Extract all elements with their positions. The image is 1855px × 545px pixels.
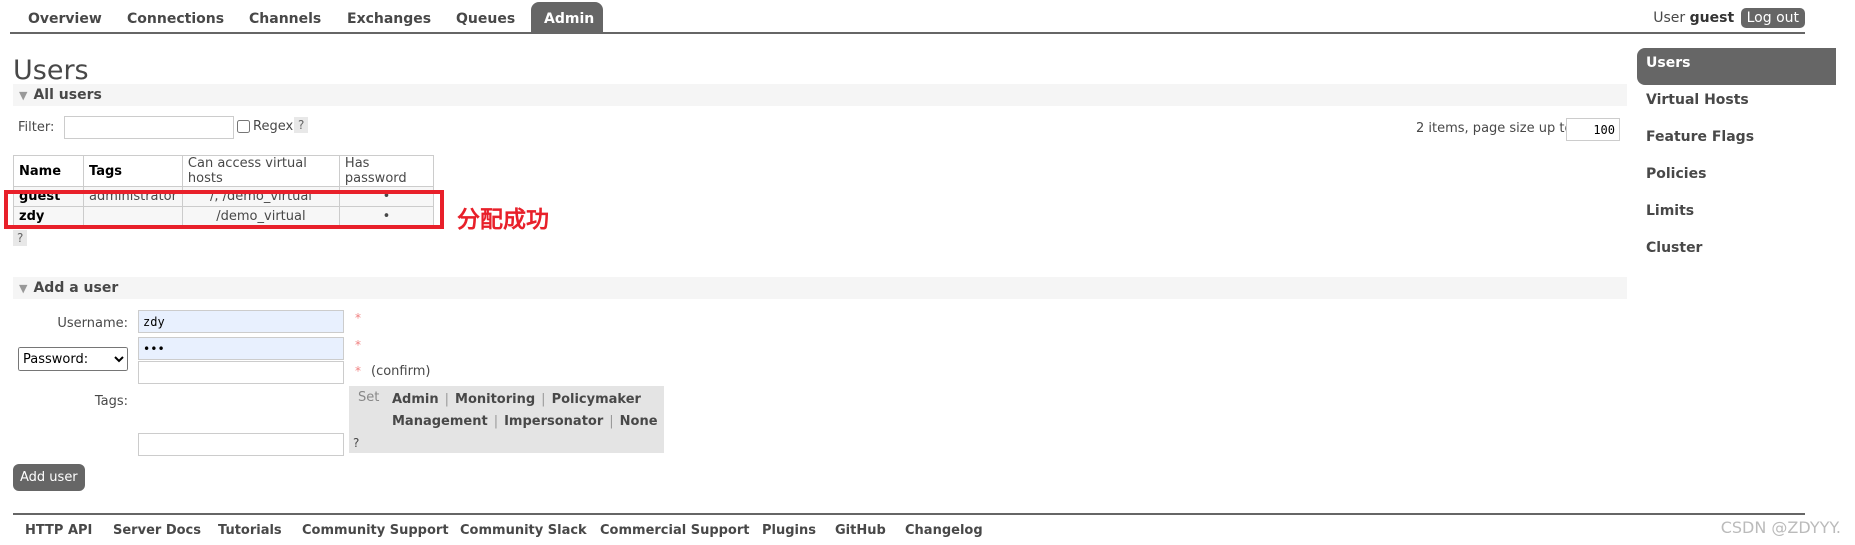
tags-label: Tags: <box>94 394 128 409</box>
tags-help[interactable]: ? <box>353 436 359 450</box>
footer-link-http-api[interactable]: HTTP API <box>25 523 92 538</box>
footer-link-server-docs[interactable]: Server Docs <box>113 523 201 538</box>
tag-policymaker[interactable]: Policymaker <box>552 392 641 407</box>
add-user-section-toggle[interactable]: ▼ Add a user <box>13 277 1627 299</box>
confirm-label: (confirm) <box>371 364 431 379</box>
sidebar-item-policies[interactable]: Policies <box>1637 159 1836 196</box>
regex-label: Regex <box>253 119 294 134</box>
section-title: All users <box>33 87 102 103</box>
sidebar-item-limits[interactable]: Limits <box>1637 196 1836 233</box>
tab-exchanges[interactable]: Exchanges <box>334 2 444 34</box>
col-has-password: Has password <box>338 155 434 187</box>
tag-admin[interactable]: Admin <box>392 392 439 407</box>
sidebar-item-virtual-hosts[interactable]: Virtual Hosts <box>1637 85 1836 122</box>
required-marker: * <box>355 311 361 325</box>
required-marker: * <box>355 364 361 378</box>
page-size-input[interactable] <box>1566 118 1620 141</box>
tag-impersonator[interactable]: Impersonator <box>504 414 603 429</box>
sidebar-item-users[interactable]: Users <box>1637 48 1836 85</box>
tags-input[interactable] <box>138 433 344 456</box>
username-label: Username: <box>57 316 128 331</box>
filter-help[interactable]: ? <box>294 117 309 133</box>
filter-input[interactable] <box>64 116 234 139</box>
user-info: User guest Log out <box>1653 8 1805 28</box>
footer-link-plugins[interactable]: Plugins <box>762 523 816 538</box>
username-input[interactable] <box>138 310 344 333</box>
page-title: Users <box>13 55 89 86</box>
admin-sidebar: Users Virtual Hosts Feature Flags Polici… <box>1637 48 1836 270</box>
collapse-triangle-icon: ▼ <box>19 282 28 295</box>
success-annotation: 分配成功 <box>457 207 549 233</box>
highlight-box <box>4 190 444 229</box>
collapse-triangle-icon: ▼ <box>19 89 28 102</box>
footer: HTTP API Server Docs Tutorials Community… <box>13 513 1805 538</box>
watermark: CSDN @ZDYYY. <box>1720 518 1841 537</box>
password-input[interactable] <box>138 337 344 360</box>
tab-connections[interactable]: Connections <box>114 2 237 34</box>
footer-link-github[interactable]: GitHub <box>835 523 886 538</box>
sidebar-item-feature-flags[interactable]: Feature Flags <box>1637 122 1836 159</box>
tag-monitoring[interactable]: Monitoring <box>455 392 535 407</box>
col-vhosts: Can access virtual hosts <box>181 155 340 187</box>
current-user: guest <box>1689 10 1735 26</box>
table-help[interactable]: ? <box>13 230 28 246</box>
logout-button[interactable]: Log out <box>1740 8 1805 28</box>
tag-management[interactable]: Management <box>392 414 488 429</box>
footer-link-community-slack[interactable]: Community Slack <box>460 523 587 538</box>
pagination-text: 2 items, page size up to <box>1416 121 1573 136</box>
footer-link-commercial-support[interactable]: Commercial Support <box>600 523 750 538</box>
section-title: Add a user <box>33 280 119 296</box>
all-users-section-toggle[interactable]: ▼ All users <box>13 84 1627 106</box>
footer-link-tutorials[interactable]: Tutorials <box>218 523 282 538</box>
col-name: Name <box>13 155 84 187</box>
tab-queues[interactable]: Queues <box>443 2 528 34</box>
set-label: Set <box>358 390 380 405</box>
tags-helper: Set Admin | Monitoring | Policymaker Managem… <box>349 386 664 453</box>
password-confirm-input[interactable] <box>138 361 344 384</box>
table-header: Name Tags Can access virtual hosts Has p… <box>13 155 434 187</box>
footer-link-changelog[interactable]: Changelog <box>905 523 983 538</box>
tab-channels[interactable]: Channels <box>236 2 334 34</box>
regex-checkbox[interactable] <box>237 120 250 133</box>
user-prefix: User <box>1653 10 1686 26</box>
sidebar-item-cluster[interactable]: Cluster <box>1637 233 1836 270</box>
filter-label: Filter: <box>18 120 55 135</box>
tab-overview[interactable]: Overview <box>15 2 115 34</box>
add-user-button[interactable]: Add user <box>13 464 85 491</box>
col-tags: Tags <box>83 155 183 187</box>
top-nav: Overview Connections Channels Exchanges … <box>10 0 1805 34</box>
required-marker: * <box>355 338 361 352</box>
password-type-select[interactable]: Password: <box>18 347 128 371</box>
tag-none[interactable]: None <box>620 414 658 429</box>
tab-admin[interactable]: Admin <box>531 2 603 34</box>
footer-link-community-support[interactable]: Community Support <box>302 523 449 538</box>
